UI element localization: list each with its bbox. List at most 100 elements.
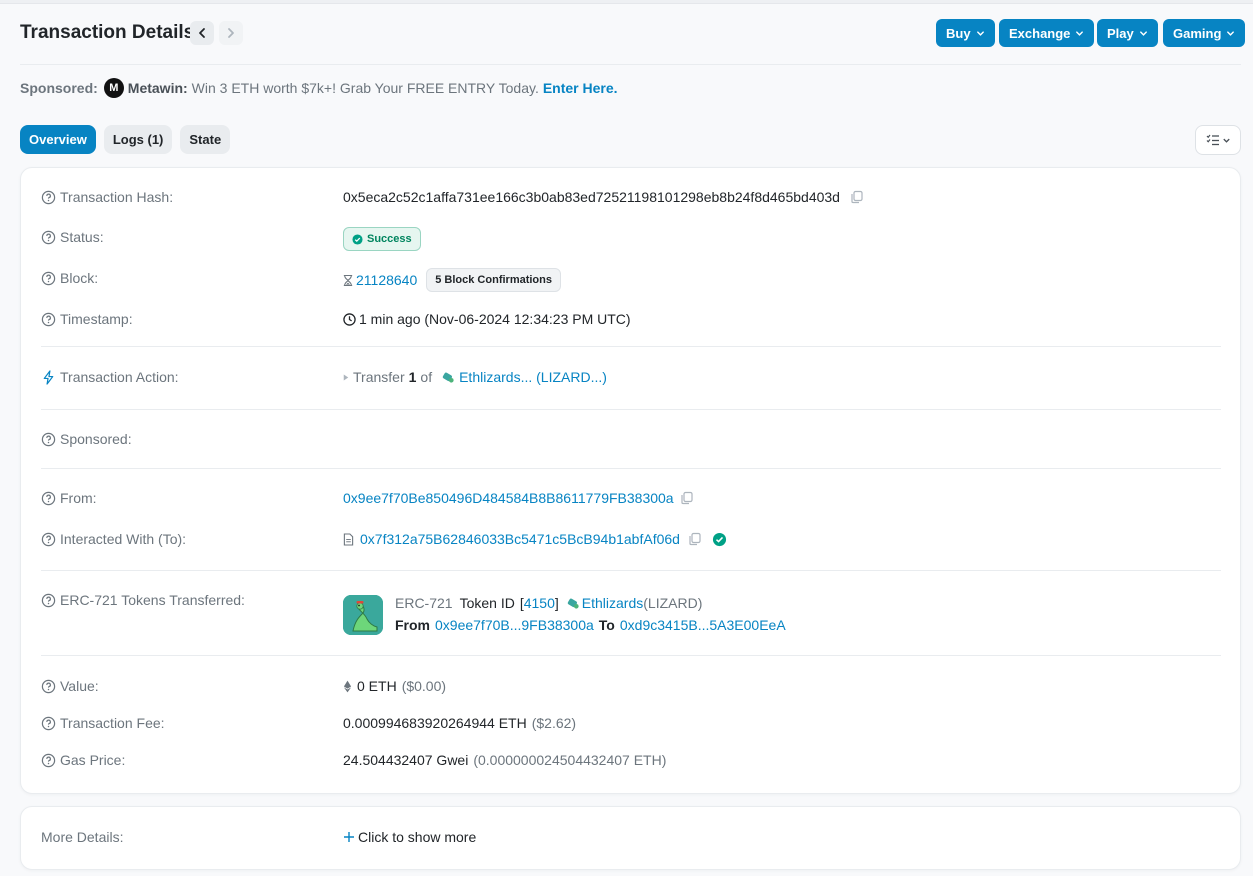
caret-right-icon[interactable]: [343, 373, 349, 382]
question-circle-icon[interactable]: [41, 753, 56, 768]
row-value: Value: 0 ETH ($0.00): [41, 678, 1221, 694]
action-of: of: [420, 369, 433, 385]
buy-button[interactable]: Buy: [936, 19, 995, 47]
lizard-token-icon: [567, 598, 579, 609]
fee-amount: 0.000994683920264944 ETH: [343, 715, 527, 731]
token-name-link[interactable]: Ethlizards: [582, 595, 643, 611]
question-circle-icon[interactable]: [41, 532, 56, 547]
row-gas-price: Gas Price: 24.504432407 Gwei (0.00000002…: [41, 752, 1221, 768]
sponsor-text: Win 3 ETH worth $7k+! Grab Your FREE ENT…: [191, 80, 539, 96]
copy-icon[interactable]: [688, 532, 702, 546]
token-id-label: Token ID: [459, 595, 515, 611]
gas-amount: 24.504432407 Gwei: [343, 752, 469, 768]
copy-icon[interactable]: [850, 190, 864, 204]
gas-eth: (0.000000024504432407 ETH): [473, 752, 667, 768]
chevron-down-icon: [1227, 30, 1235, 36]
question-circle-icon[interactable]: [41, 679, 56, 694]
clock-icon: [343, 312, 356, 326]
row-interacted-with: Interacted With (To): 0x7f312a75B6284603…: [41, 531, 1221, 547]
sponsored-banner: Sponsored: M Metawin: Win 3 ETH worth $7…: [20, 78, 618, 98]
row-transaction-fee: Transaction Fee: 0.000994683920264944 ET…: [41, 715, 1221, 731]
list-check-icon: [1206, 134, 1219, 146]
chevron-left-icon: [199, 28, 205, 38]
erc-from-address-link[interactable]: 0x9ee7f70B...9FB38300a: [435, 617, 594, 633]
action-verb: Transfer: [353, 369, 405, 385]
metawin-logo-icon: M: [103, 78, 124, 98]
transaction-hash-value: 0x5eca2c52c1affa731ee166c3b0ab83ed725211…: [343, 189, 840, 205]
row-sponsored: Sponsored:: [41, 431, 1221, 447]
value-amount: 0 ETH: [357, 678, 397, 694]
fee-usd: ($2.62): [531, 715, 577, 731]
action-token-link[interactable]: Ethlizards... (LIZARD...): [459, 369, 607, 385]
section-divider: [41, 468, 1221, 469]
sponsored-row-label: Sponsored:: [60, 431, 132, 447]
top-border: [0, 0, 1253, 4]
show-more-link[interactable]: Click to show more: [343, 829, 1221, 845]
question-circle-icon[interactable]: [41, 593, 56, 608]
gaming-button[interactable]: Gaming: [1163, 19, 1246, 47]
contract-file-icon: [343, 532, 354, 546]
token-id-link[interactable]: 4150: [524, 595, 555, 611]
view-options-button[interactable]: [1195, 125, 1241, 155]
question-circle-icon[interactable]: [41, 190, 56, 205]
status-label: Status:: [60, 229, 104, 245]
more-details-card: More Details: Click to show more: [20, 806, 1241, 870]
chevron-down-icon: [1222, 138, 1230, 143]
block-number-link[interactable]: 21128640: [356, 272, 417, 288]
row-transaction-action: Transaction Action: Transfer 1 of Ethliz…: [41, 369, 1221, 385]
status-badge: Success: [343, 227, 421, 251]
chevron-down-icon: [976, 30, 984, 36]
next-transaction-button[interactable]: [219, 21, 243, 45]
erc-to-label: To: [598, 617, 615, 633]
hash-label: Transaction Hash:: [60, 189, 174, 205]
erc-to-address-link[interactable]: 0xd9c3415B...5A3E00EeA: [620, 617, 786, 633]
section-divider: [41, 655, 1221, 656]
page-header: Transaction Details Buy Exchange Play Ga…: [20, 18, 1246, 50]
row-from: From: 0x9ee7f70Be850496D484584B8B8611779…: [41, 490, 1221, 506]
action-count: 1: [408, 369, 417, 385]
hourglass-icon: [343, 274, 353, 286]
fee-label: Transaction Fee:: [60, 715, 165, 731]
value-label: Value:: [60, 678, 99, 694]
question-circle-icon[interactable]: [41, 716, 56, 731]
sponsor-brand: Metawin:: [127, 80, 188, 96]
exchange-button[interactable]: Exchange: [999, 19, 1095, 47]
lightning-icon: [43, 369, 54, 385]
question-circle-icon[interactable]: [41, 491, 56, 506]
play-button[interactable]: Play: [1097, 19, 1158, 47]
gas-label: Gas Price:: [60, 752, 126, 768]
row-erc721-transferred: ERC-721 Tokens Transferred: ERC-721 Toke…: [41, 592, 1221, 635]
section-divider: [41, 570, 1221, 571]
erc721-label: ERC-721 Tokens Transferred:: [60, 592, 245, 608]
question-circle-icon[interactable]: [41, 432, 56, 447]
section-divider: [41, 346, 1221, 347]
nft-thumbnail-icon[interactable]: [343, 595, 383, 635]
tab-logs[interactable]: Logs (1): [103, 125, 173, 154]
page-title: Transaction Details: [20, 22, 195, 43]
erc721-transfer-item: ERC-721 Token ID [ 4150 ] Ethlizards (LI…: [343, 595, 786, 635]
block-confirmations-badge: 5 Block Confirmations: [426, 268, 561, 292]
question-circle-icon[interactable]: [41, 230, 56, 245]
block-label: Block:: [60, 270, 99, 286]
row-timestamp: Timestamp: 1 min ago (Nov-06-2024 12:34:…: [41, 311, 1221, 327]
timestamp-label: Timestamp:: [60, 311, 133, 327]
question-circle-icon[interactable]: [41, 271, 56, 286]
sponsor-cta-link[interactable]: Enter Here.: [543, 80, 618, 96]
to-contract-link[interactable]: 0x7f312a75B62846033Bc5471c5BcB94b1abfAf0…: [360, 531, 680, 547]
previous-transaction-button[interactable]: [190, 21, 214, 45]
chevron-right-icon: [228, 28, 234, 38]
row-transaction-hash: Transaction Hash: 0x5eca2c52c1affa731ee1…: [41, 189, 1221, 205]
header-divider: [20, 64, 1241, 65]
ethereum-icon: [343, 680, 352, 692]
tab-state[interactable]: State: [180, 125, 231, 154]
erc-standard: ERC-721: [395, 595, 453, 611]
more-details-label: More Details:: [41, 829, 124, 845]
transaction-overview-card: Transaction Hash: 0x5eca2c52c1affa731ee1…: [20, 167, 1241, 794]
lizard-token-icon: [442, 372, 454, 383]
action-label: Transaction Action:: [60, 369, 179, 385]
tab-overview[interactable]: Overview: [20, 125, 96, 154]
copy-icon[interactable]: [680, 491, 694, 505]
token-id-bracket-close: ]: [554, 595, 559, 611]
from-address-link[interactable]: 0x9ee7f70Be850496D484584B8B8611779FB3830…: [343, 490, 674, 506]
question-circle-icon[interactable]: [41, 312, 56, 327]
